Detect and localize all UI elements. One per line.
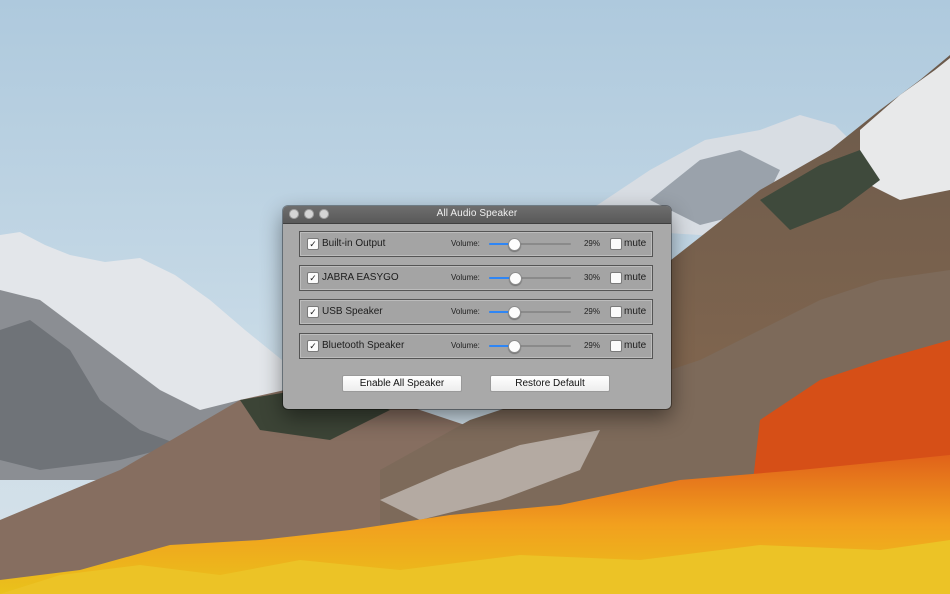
enable-checkbox[interactable]: ✓	[307, 238, 319, 250]
check-icon: ✓	[309, 273, 317, 283]
mute-checkbox[interactable]	[610, 272, 622, 284]
app-window: All Audio Speaker ✓ Built-in Output Volu…	[283, 206, 671, 409]
device-row-usb-speaker: ✓ USB Speaker Volume: 29% mute	[299, 299, 653, 325]
device-row-bluetooth-speaker: ✓ Bluetooth Speaker Volume: 29% mute	[299, 333, 653, 359]
window-title: All Audio Speaker	[436, 208, 518, 219]
volume-value: 29%	[583, 341, 600, 350]
check-icon: ✓	[309, 341, 317, 351]
enable-checkbox[interactable]: ✓	[307, 272, 319, 284]
device-name: Built-in Output	[322, 238, 386, 249]
device-name: JABRA EASYGO	[322, 272, 399, 283]
volume-slider-thumb[interactable]	[507, 306, 521, 319]
volume-slider[interactable]	[489, 238, 571, 251]
device-name: USB Speaker	[322, 306, 383, 317]
check-icon: ✓	[309, 239, 317, 249]
device-name: Bluetooth Speaker	[322, 340, 405, 351]
mute-label: mute	[624, 238, 647, 249]
volume-slider-thumb[interactable]	[508, 272, 522, 285]
volume-value: 29%	[583, 307, 600, 316]
volume-value: 30%	[583, 273, 600, 282]
enable-checkbox[interactable]: ✓	[307, 306, 319, 318]
mute-label: mute	[624, 272, 647, 283]
volume-slider[interactable]	[489, 340, 571, 353]
device-row-jabra-easygo: ✓ JABRA EASYGO Volume: 30% mute	[299, 265, 653, 291]
enable-checkbox[interactable]: ✓	[307, 340, 319, 352]
mute-checkbox[interactable]	[610, 340, 622, 352]
volume-value: 29%	[583, 239, 600, 248]
enable-all-speaker-button[interactable]: Enable All Speaker	[342, 375, 462, 392]
mute-label: mute	[624, 340, 647, 351]
volume-label: Volume:	[451, 307, 480, 316]
volume-slider-thumb[interactable]	[507, 340, 521, 353]
mute-checkbox[interactable]	[610, 238, 622, 250]
volume-label: Volume:	[451, 273, 480, 282]
title-bar[interactable]: All Audio Speaker	[283, 206, 671, 224]
volume-label: Volume:	[451, 239, 480, 248]
restore-default-button[interactable]: Restore Default	[490, 375, 610, 392]
mute-checkbox[interactable]	[610, 306, 622, 318]
check-icon: ✓	[309, 307, 317, 317]
mute-label: mute	[624, 306, 647, 317]
volume-slider[interactable]	[489, 272, 571, 285]
volume-label: Volume:	[451, 341, 480, 350]
device-row-built-in-output: ✓ Built-in Output Volume: 29% mute	[299, 231, 653, 257]
volume-slider-thumb[interactable]	[507, 238, 521, 251]
volume-slider[interactable]	[489, 306, 571, 319]
